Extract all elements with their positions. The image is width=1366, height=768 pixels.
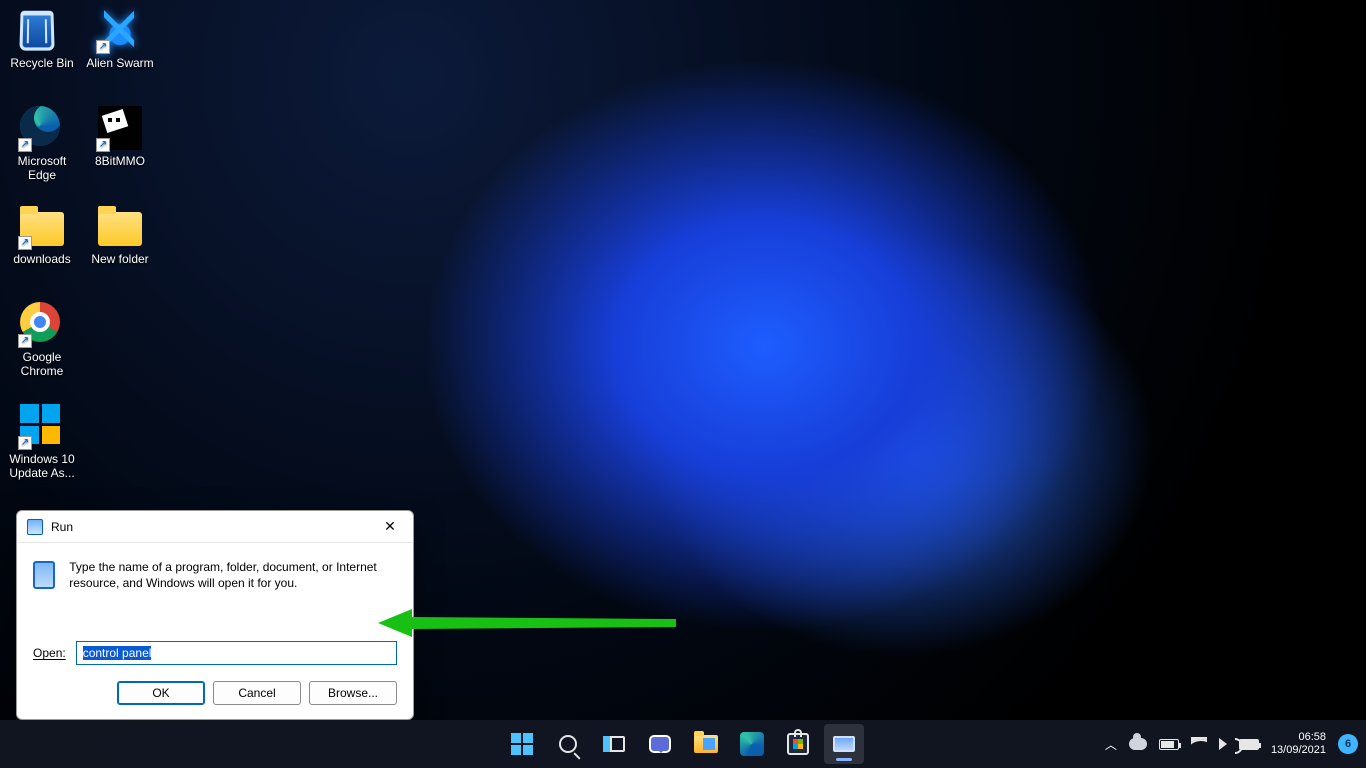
run-titlebar[interactable]: Run ✕ xyxy=(17,511,413,543)
search-icon xyxy=(559,735,577,753)
windows-update-icon: ↗ xyxy=(20,404,64,448)
task-view-icon xyxy=(603,736,625,752)
alien-swarm-icon: ↗ xyxy=(98,8,142,52)
battery-tray-icon[interactable] xyxy=(1159,739,1179,750)
open-input[interactable] xyxy=(76,641,397,665)
close-button[interactable]: ✕ xyxy=(367,511,413,543)
run-title: Run xyxy=(51,520,73,534)
cancel-button[interactable]: Cancel xyxy=(213,681,301,705)
desktop-icon-chrome[interactable]: ↗ Google Chrome xyxy=(4,298,80,384)
notification-badge[interactable]: 6 xyxy=(1338,734,1358,754)
desktop-wallpaper[interactable]: Recycle Bin ↗ Alien Swarm ↗ Microsoft Ed… xyxy=(0,0,1366,768)
icon-label: Alien Swarm xyxy=(86,56,153,70)
search-button[interactable] xyxy=(548,724,588,764)
folder-icon xyxy=(694,735,718,753)
open-label: Open: xyxy=(33,646,66,660)
run-taskbar-button[interactable] xyxy=(824,724,864,764)
tray-overflow-button[interactable]: ︿ xyxy=(1105,736,1117,753)
chat-icon xyxy=(649,735,671,753)
close-icon: ✕ xyxy=(384,518,396,535)
task-view-button[interactable] xyxy=(594,724,634,764)
desktop-icon-alien-swarm[interactable]: ↗ Alien Swarm xyxy=(82,4,158,90)
icon-label: Windows 10 Update As... xyxy=(4,452,80,480)
microsoft-store-button[interactable] xyxy=(778,724,818,764)
chrome-icon: ↗ xyxy=(20,302,64,346)
run-dialog: Run ✕ Type the name of a program, folder… xyxy=(16,510,414,720)
recycle-bin-icon xyxy=(20,8,64,52)
tray-date: 13/09/2021 xyxy=(1271,744,1326,757)
windows-logo-icon xyxy=(511,733,533,755)
desktop-icon-downloads[interactable]: ↗ downloads xyxy=(4,200,80,286)
edge-icon: ↗ xyxy=(20,106,64,150)
desktop-icon-edge[interactable]: ↗ Microsoft Edge xyxy=(4,102,80,188)
power-icon[interactable] xyxy=(1239,739,1259,750)
run-body-icon xyxy=(33,561,55,589)
folder-icon xyxy=(98,204,142,248)
annotation-arrow xyxy=(378,605,678,645)
ok-button[interactable]: OK xyxy=(117,681,205,705)
edge-icon xyxy=(740,732,764,756)
run-icon xyxy=(833,736,855,752)
run-description: Type the name of a program, folder, docu… xyxy=(69,559,397,633)
start-button[interactable] xyxy=(502,724,542,764)
icon-label: Google Chrome xyxy=(4,350,80,378)
wifi-icon[interactable] xyxy=(1191,737,1207,751)
desktop-icon-new-folder[interactable]: New folder xyxy=(82,200,158,286)
file-explorer-button[interactable] xyxy=(686,724,726,764)
chat-button[interactable] xyxy=(640,724,680,764)
taskbar: ︿ 06:58 13/09/2021 6 xyxy=(0,720,1366,768)
clock[interactable]: 06:58 13/09/2021 xyxy=(1271,731,1326,757)
onedrive-icon[interactable] xyxy=(1129,738,1147,750)
browse-button[interactable]: Browse... xyxy=(309,681,397,705)
desktop-icon-recycle-bin[interactable]: Recycle Bin xyxy=(4,4,80,90)
icon-label: downloads xyxy=(13,252,70,266)
system-tray: ︿ 06:58 13/09/2021 6 xyxy=(1105,731,1366,757)
folder-icon: ↗ xyxy=(20,204,64,248)
run-dialog-icon xyxy=(27,519,43,535)
8bitmmo-icon: ↗ xyxy=(98,106,142,150)
store-icon xyxy=(787,733,809,755)
icon-label: Microsoft Edge xyxy=(4,154,80,182)
edge-button[interactable] xyxy=(732,724,772,764)
tray-time: 06:58 xyxy=(1298,731,1326,744)
icon-label: 8BitMMO xyxy=(95,154,145,168)
volume-icon[interactable] xyxy=(1219,738,1227,750)
desktop-icon-8bitmmo[interactable]: ↗ 8BitMMO xyxy=(82,102,158,188)
icon-label: Recycle Bin xyxy=(10,56,73,70)
icon-label: New folder xyxy=(91,252,148,266)
desktop-icon-win10-update[interactable]: ↗ Windows 10 Update As... xyxy=(4,400,80,486)
